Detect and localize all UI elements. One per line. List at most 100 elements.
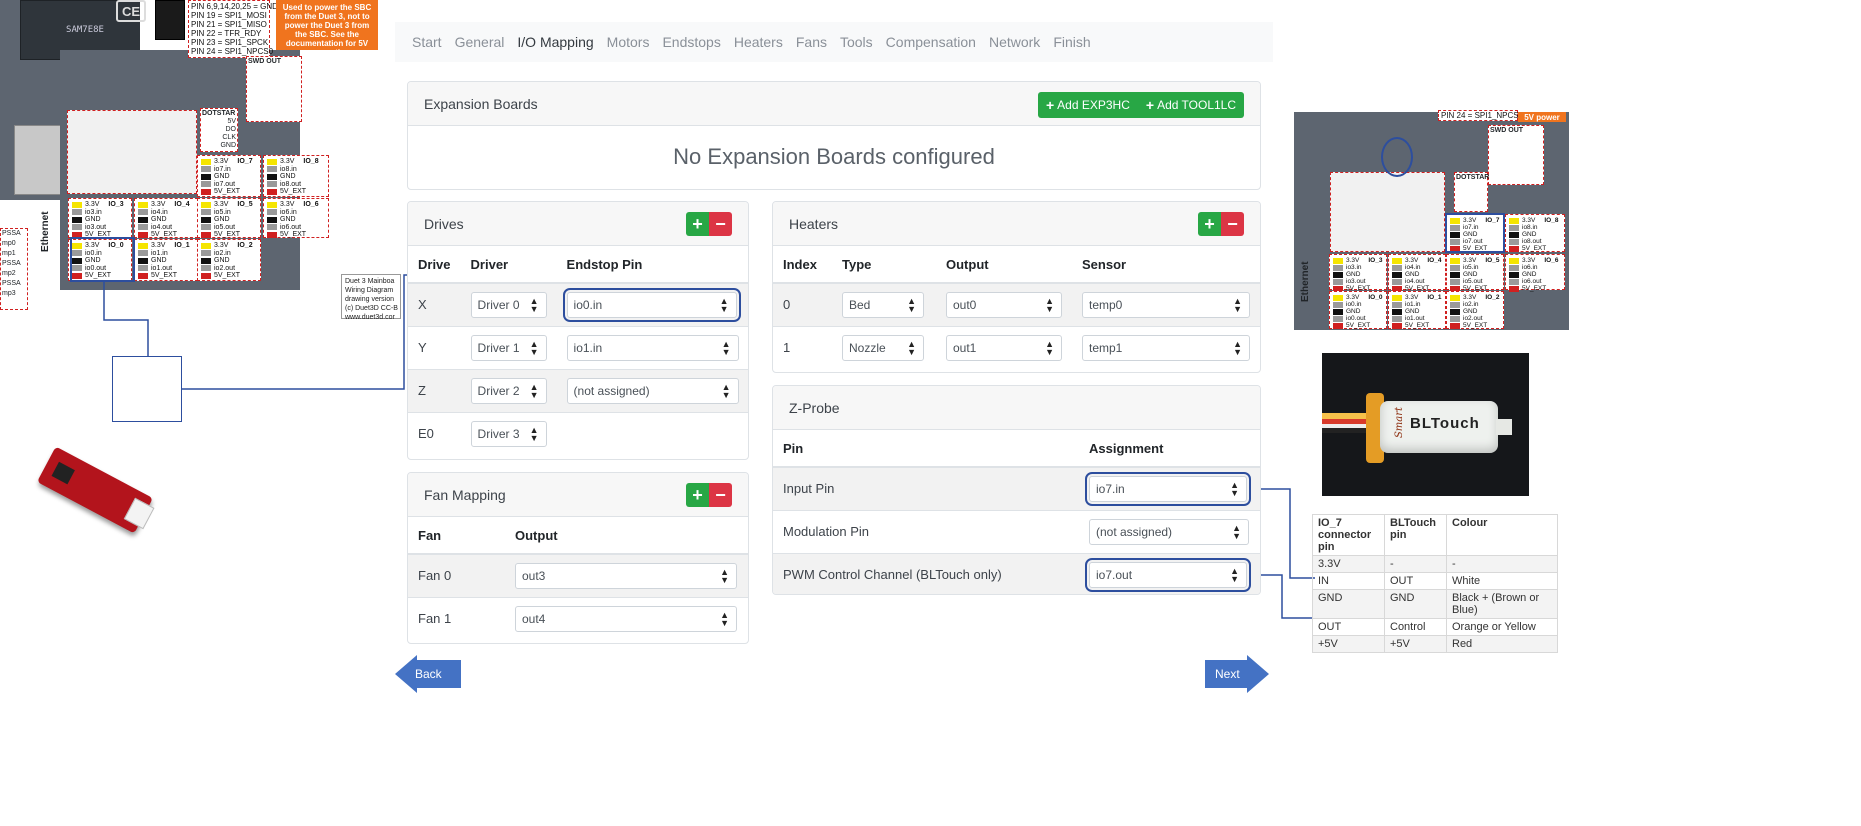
add-heater-button[interactable]: + xyxy=(1198,212,1221,236)
col-bltouch-pin: BLTouch pin xyxy=(1384,514,1447,556)
zprobe-input-select[interactable]: io7.in ▲ ▼ xyxy=(1085,471,1251,506)
pin-color-swatch xyxy=(1450,322,1460,329)
table-row: Fan 1 out4 ▲ ▼ xyxy=(408,596,748,640)
io-pin-row: io5.in xyxy=(1450,264,1500,271)
io-pin-row: GND xyxy=(1509,271,1561,278)
heater-output-select[interactable]: out1 ▲ ▼ xyxy=(946,334,1062,361)
add-drive-button[interactable]: + xyxy=(686,212,709,236)
io-pin-label: GND xyxy=(1405,308,1420,315)
io-pin-label: 3.3V xyxy=(1522,257,1536,264)
table-row: Modulation Pin (not assigned) ▲ ▼ xyxy=(773,509,1260,553)
endstop-select[interactable]: io0.in ▲ ▼ xyxy=(562,287,741,322)
io-pin-label: io8.out xyxy=(1522,238,1542,245)
driver-select[interactable]: Driver 1 ▲ ▼ xyxy=(470,334,547,361)
pin-color-swatch xyxy=(1509,271,1519,278)
drive-name: Z xyxy=(408,368,461,412)
zprobe-modulation-value: (not assigned) xyxy=(1096,524,1173,539)
io-block-title: IO_0 xyxy=(1368,294,1383,301)
step-motors[interactable]: Motors xyxy=(607,34,650,50)
pin-color-swatch xyxy=(1333,308,1343,315)
io-pin-row: io8.in xyxy=(1509,224,1561,231)
io-pin-row: io6.in xyxy=(1509,264,1561,271)
io-pin-row: 5V_EXT xyxy=(1450,322,1500,329)
pin-color-swatch xyxy=(1509,238,1519,245)
back-button[interactable]: Back xyxy=(395,655,461,693)
io-pin-label: io4.in xyxy=(1405,264,1421,271)
heaters-table: Index Type Output Sensor 0 Bed ▲ ▼ out0 ▲ ▼ … xyxy=(773,246,1260,369)
heater-sensor-select[interactable]: temp1 ▲ ▼ xyxy=(1082,334,1250,361)
endstop-select[interactable]: (not assigned) ▲ ▼ xyxy=(566,377,739,404)
remove-fan-button[interactable]: − xyxy=(709,483,732,507)
fan-output-select[interactable]: out4 ▲ ▼ xyxy=(515,605,737,632)
select-caret-icon: ▲ ▼ xyxy=(907,338,916,357)
step-io-mapping[interactable]: I/O Mapping xyxy=(517,34,593,50)
io-pin-label: 3.3V xyxy=(1463,294,1477,301)
add-tool1lc-button[interactable]: + Add TOOL1LC xyxy=(1137,92,1244,118)
remove-drive-button[interactable]: − xyxy=(709,212,732,236)
step-start[interactable]: Start xyxy=(412,34,442,50)
add-exp3hc-button[interactable]: + Add EXP3HC xyxy=(1037,92,1138,118)
drive-name: E0 xyxy=(408,411,461,455)
select-caret-icon: ▲ ▼ xyxy=(720,609,729,628)
select-caret-icon: ▲ ▼ xyxy=(719,295,729,314)
driver-select[interactable]: Driver 2 ▲ ▼ xyxy=(470,377,547,404)
table-row: PWM Control Channel (BLTouch only) io7.o… xyxy=(773,552,1260,594)
step-general[interactable]: General xyxy=(455,34,505,50)
cell: Control xyxy=(1384,618,1447,636)
pin-color-swatch xyxy=(1509,217,1519,224)
zprobe-modulation-select[interactable]: (not assigned) ▲ ▼ xyxy=(1089,518,1249,545)
heater-sensor-value: temp1 xyxy=(1089,340,1123,355)
io-pin-label: io0.out xyxy=(1346,315,1366,322)
step-heaters[interactable]: Heaters xyxy=(734,34,783,50)
io-pin-row: io3.out xyxy=(1333,278,1383,285)
heater-sensor-select[interactable]: temp0 ▲ ▼ xyxy=(1082,291,1250,318)
next-button[interactable]: Next xyxy=(1205,655,1269,693)
step-endstops[interactable]: Endstops xyxy=(662,34,720,50)
z-probe-card: Z-Probe Pin Assignment Input Pin io7.in ▲… xyxy=(772,385,1261,595)
heater-type-value: Nozzle xyxy=(849,340,886,355)
zprobe-pwm-select[interactable]: io7.out ▲ ▼ xyxy=(1085,557,1251,592)
col-output: Output xyxy=(936,246,1072,284)
step-compensation[interactable]: Compensation xyxy=(886,34,976,50)
pin-color-swatch xyxy=(1509,257,1519,264)
io-pin-row: io2.out xyxy=(1450,315,1500,322)
step-tools[interactable]: Tools xyxy=(840,34,873,50)
io-pin-row: GND xyxy=(1450,271,1500,278)
step-fans[interactable]: Fans xyxy=(796,34,827,50)
endstop-value: (not assigned) xyxy=(573,383,650,398)
endstop-select[interactable]: io1.in ▲ ▼ xyxy=(566,334,739,361)
pin-color-swatch xyxy=(1392,271,1402,278)
io-pin-row: 3.3V IO_1 xyxy=(1392,294,1442,301)
step-network[interactable]: Network xyxy=(989,34,1040,50)
select-caret-icon: ▲ ▼ xyxy=(1232,522,1241,541)
remove-heater-button[interactable]: − xyxy=(1221,212,1244,236)
driver-value: Driver 1 xyxy=(477,340,520,355)
heater-output-select[interactable]: out0 ▲ ▼ xyxy=(946,291,1062,318)
cell: GND xyxy=(1312,589,1385,619)
heater-type-value: Bed xyxy=(849,297,871,312)
pin-color-swatch xyxy=(1392,322,1402,329)
col-colour: Colour xyxy=(1446,514,1558,556)
fan-output-select[interactable]: out3 ▲ ▼ xyxy=(515,562,737,589)
heater-output-value: out0 xyxy=(953,297,977,312)
table-row: 3.3V - - xyxy=(1312,555,1558,573)
io-block-io3: 3.3V IO_3 io3.in GND io3.out 5V_EXT xyxy=(1329,254,1387,292)
driver-select[interactable]: Driver 3 ▲ ▼ xyxy=(470,420,547,447)
io-pin-row: 5V_EXT xyxy=(1392,322,1442,329)
driver-select[interactable]: Driver 0 ▲ ▼ xyxy=(470,291,547,318)
heater-type-select[interactable]: Nozzle ▲ ▼ xyxy=(842,334,924,361)
ethernet-port-right xyxy=(1294,185,1334,255)
drives-title: Drives xyxy=(424,215,464,232)
drives-add-remove: + − xyxy=(686,212,732,236)
pin-color-swatch xyxy=(1333,257,1343,264)
add-exp3hc-label: Add EXP3HC xyxy=(1057,98,1130,112)
io-block-io8: 3.3V IO_8 io8.in GND io8.out 5V_EXT xyxy=(1505,214,1565,252)
step-finish[interactable]: Finish xyxy=(1053,34,1090,50)
zprobe-pwm-value: io7.out xyxy=(1096,567,1133,582)
heater-type-select[interactable]: Bed ▲ ▼ xyxy=(842,291,924,318)
add-fan-button[interactable]: + xyxy=(686,483,709,507)
driver-value: Driver 2 xyxy=(477,383,520,398)
io-pin-label: 5V_EXT xyxy=(1522,285,1547,292)
plus-icon: + xyxy=(1045,97,1055,113)
table-row: Input Pin io7.in ▲ ▼ xyxy=(773,466,1260,510)
